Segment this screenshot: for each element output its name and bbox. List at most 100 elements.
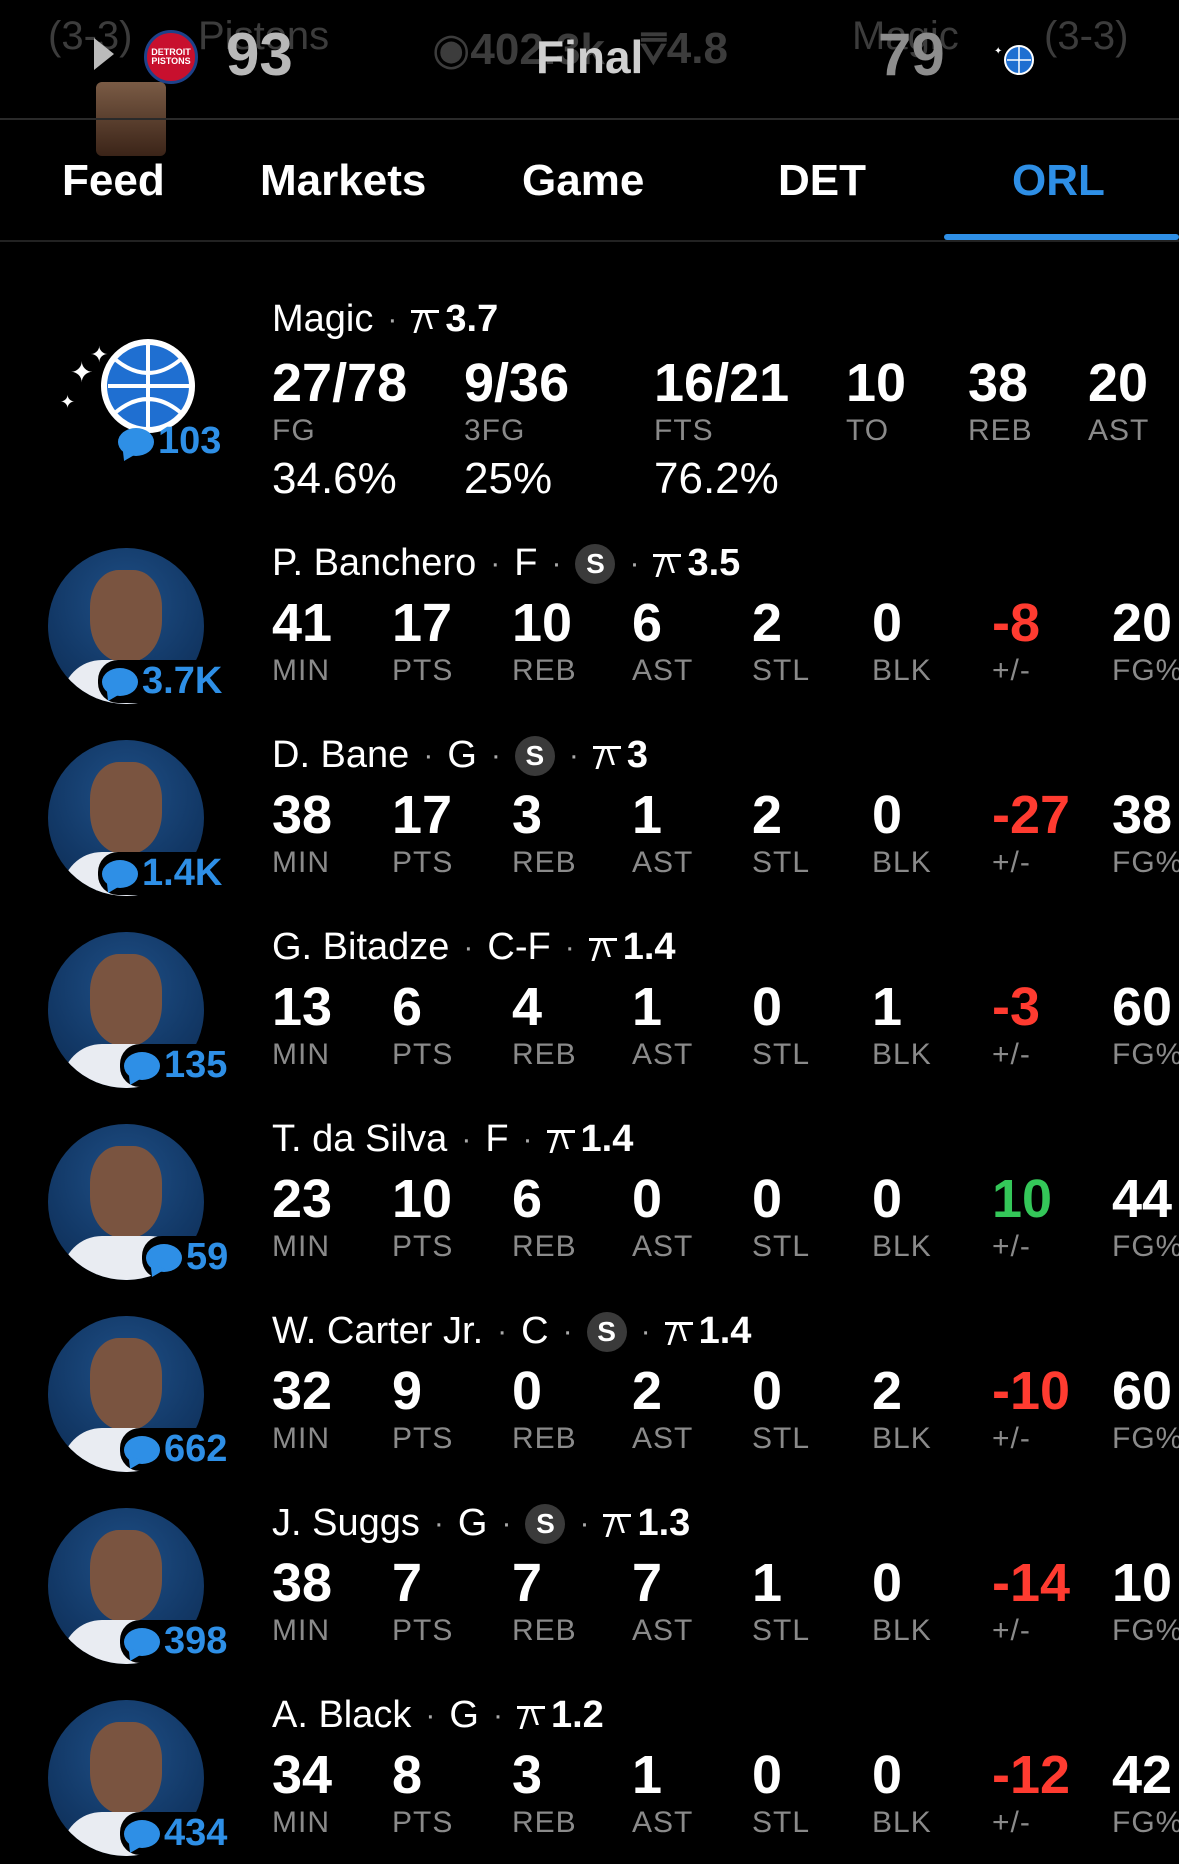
separator: · [551,546,562,580]
player-stat-ast: 1 AST [632,1745,694,1839]
tab-det[interactable]: DET [778,156,866,206]
player-stat-pts: 6 PTS [392,977,454,1071]
rating-icon [664,1319,693,1345]
player-stat-ast: 1 AST [632,977,694,1071]
player-name: T. da Silva [272,1118,448,1160]
separator: · [579,1506,590,1540]
chat-bubble-icon [124,1627,160,1656]
player-stat-reb: 6 REB [512,1169,577,1263]
player-row[interactable]: 3.7K P. Banchero · F · S · 3.5 41 MIN 17 PTS 10 REB 6 A… [0,540,1179,732]
player-row[interactable]: 434 A. Black · G · 1.2 34 MIN 8 PTS 3 REB 1 AST 0 STL 0 B… [0,1692,1179,1864]
rating-icon [603,1511,632,1537]
player-comments[interactable]: 662 [120,1428,228,1471]
separator: · [433,1506,444,1540]
player-stat-fg: 60 FG% [1112,1361,1179,1455]
player-stat-stl: 2 STL [752,593,811,687]
team-stat-to: 10 TO [846,353,907,447]
player-rating: 1.4 [588,926,676,969]
player-stat-blk: 2 BLK [872,1361,932,1455]
starter-badge: S [525,1503,566,1544]
player-row[interactable]: 135 G. Bitadze · C-F · 1.4 13 MIN 6 PTS 4 REB 1 AST 0 S… [0,924,1179,1116]
player-comments[interactable]: 398 [120,1620,228,1663]
rating-icon [516,1703,545,1729]
game-status: Final [536,31,644,83]
player-rating: 1.4 [546,1118,633,1161]
chat-bubble-icon [102,667,138,696]
player-stat-stl: 0 STL [752,1361,811,1455]
player-comments[interactable]: 434 [120,1812,228,1855]
home-score: 93 [226,21,293,88]
svg-text:✦: ✦ [60,392,75,412]
player-row[interactable]: 1.4K D. Bane · G · S · 3 38 MIN 17 PTS 3 REB 1 AST 2 STL 0… [0,732,1179,924]
player-name: W. Carter Jr. [272,1310,484,1352]
svg-text:✦: ✦ [994,46,1002,57]
chat-bubble-icon [124,1051,160,1080]
player-stat-min: 13 MIN [272,977,333,1071]
separator: · [568,738,579,772]
player-stat-pm: -27 +/- [992,785,1071,879]
player-face [90,1338,162,1430]
player-comments[interactable]: 3.7K [98,660,223,703]
player-position: G [457,1502,488,1544]
player-stat-stl: 2 STL [752,785,811,879]
player-stat-blk: 0 BLK [872,1745,932,1839]
player-stat-reb: 10 REB [512,593,577,687]
player-stat-min: 41 MIN [272,593,333,687]
player-stat-blk: 0 BLK [872,593,932,687]
player-face [90,762,162,854]
player-stat-pts: 17 PTS [392,593,454,687]
player-name-line: W. Carter Jr. · C · S · 1.4 [272,1310,751,1353]
player-stat-ast: 0 AST [632,1169,694,1263]
separator: · [564,930,575,964]
player-name: G. Bitadze [272,926,450,968]
chat-bubble-icon [118,427,154,456]
player-comments[interactable]: 59 [142,1236,229,1279]
player-stat-min: 23 MIN [272,1169,333,1263]
chat-bubble-icon [124,1819,160,1848]
rating-icon: ⩢ [640,24,667,73]
tab-markets[interactable]: Markets [260,156,426,206]
player-row[interactable]: 398 J. Suggs · G · S · 1.3 38 MIN 7 PTS 7 REB 7 AST 1 STL… [0,1500,1179,1692]
player-position: C-F [487,926,551,968]
player-stat-stl: 0 STL [752,977,811,1071]
player-comments[interactable]: 1.4K [98,852,223,895]
tab-orl[interactable]: ORL [1012,156,1105,206]
separator: · [463,930,474,964]
player-stat-pts: 7 PTS [392,1553,454,1647]
player-stat-min: 38 MIN [272,785,333,879]
player-stat-stl: 0 STL [752,1745,811,1839]
player-rating: 1.4 [664,1310,751,1353]
team-rating: 3.7 [411,298,498,341]
away-score: 79 [878,21,945,88]
game-rating: ⩢4.8 [640,24,728,73]
scoreboard: (3-3) Pistons DETROIT PISTONS 93 ◉402.3k… [0,0,1179,156]
team-summary[interactable]: ✦ ✦ ✦ 103 Magic · 3.7 27/78 FG 34.6% 9/3… [0,290,1179,530]
chat-bubble-icon [102,859,138,888]
team-comments[interactable]: 103 [118,420,221,463]
team-stat-ast: 20 AST [1088,353,1150,447]
player-comments[interactable]: 135 [120,1044,228,1087]
pistons-logo-icon: DETROIT PISTONS [144,30,198,84]
player-stat-ast: 6 AST [632,593,694,687]
player-rating: 3.5 [653,542,740,585]
tab-feed[interactable]: Feed [62,156,165,206]
starter-badge: S [586,1311,627,1352]
rating-icon [588,935,617,961]
separator: · [490,738,501,772]
player-row[interactable]: 662 W. Carter Jr. · C · S · 1.4 32 MIN 9 PTS 0 REB 2 AS… [0,1308,1179,1500]
play-icon[interactable] [94,38,114,70]
separator: · [490,546,501,580]
team-name-line: Magic · 3.7 [272,298,498,341]
player-stat-pm: -14 +/- [992,1553,1071,1647]
tab-game[interactable]: Game [522,156,644,206]
player-face [90,570,162,662]
player-stat-fg: 10 FG% [1112,1553,1179,1647]
player-row[interactable]: 59 T. da Silva · F · 1.4 23 MIN 10 PTS 6 REB 0 AST 0 ST… [0,1116,1179,1308]
player-stat-reb: 3 REB [512,1745,577,1839]
player-position: F [485,1118,509,1160]
chat-bubble-icon [124,1435,160,1464]
player-stat-fg: 44 FG% [1112,1169,1179,1263]
player-rating: 3 [592,734,648,777]
player-stat-fg: 20 FG% [1112,593,1179,687]
home-record: (3-3) [48,14,133,58]
